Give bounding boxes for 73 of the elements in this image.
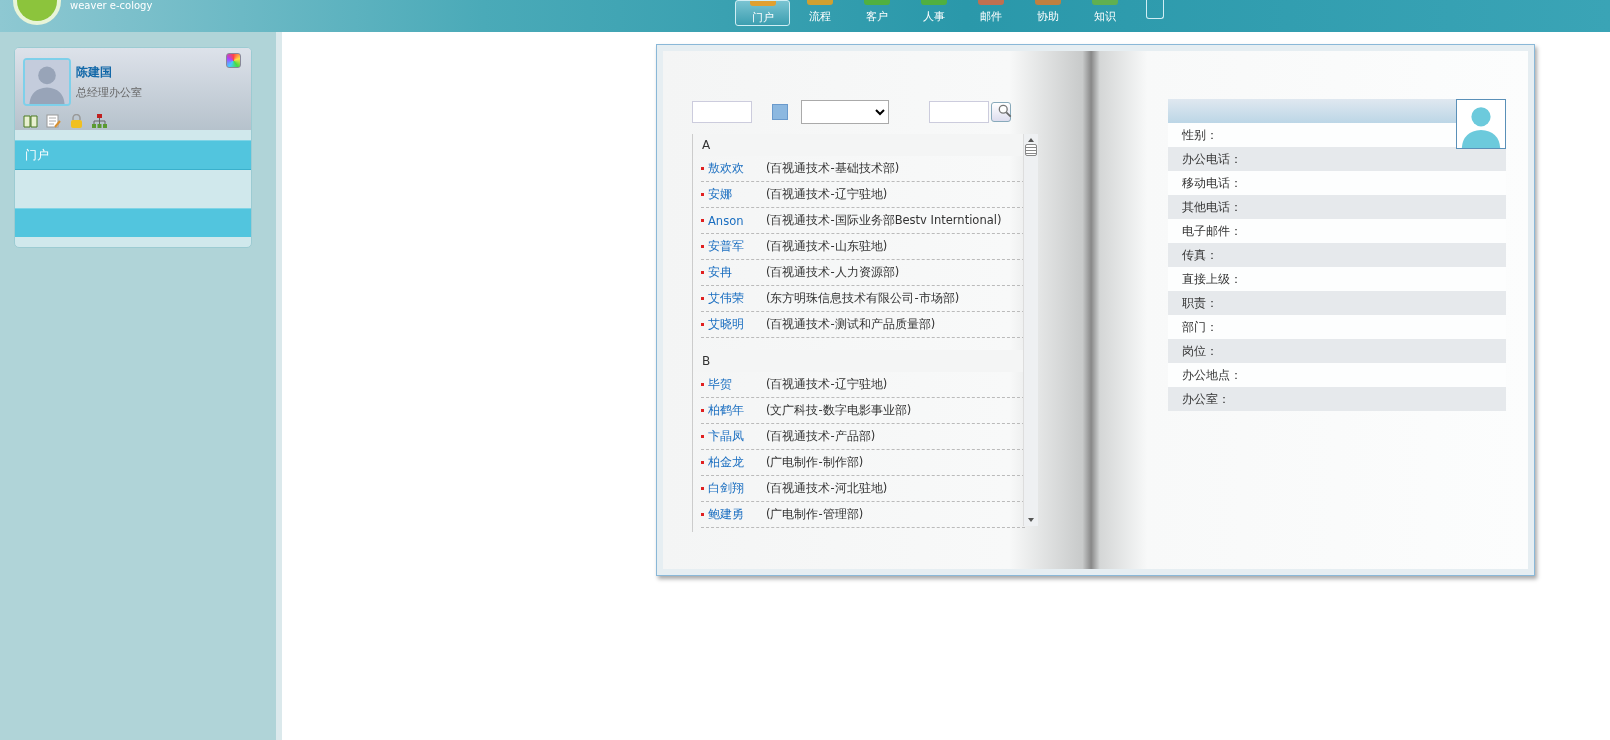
name-search-field[interactable]: [692, 101, 752, 123]
user-name: 陈建国: [76, 64, 112, 81]
person-name-link[interactable]: 柏金龙: [708, 455, 766, 470]
notepad-icon[interactable]: [46, 114, 61, 128]
more-button[interactable]: [1146, 0, 1164, 19]
department-text: (百视通技术-基础技术部): [766, 161, 900, 176]
field-label: 性别：: [1182, 128, 1218, 142]
bullet-icon: [701, 167, 704, 170]
person-name-link[interactable]: 白剑翔: [708, 481, 766, 496]
field-label: 部门：: [1182, 320, 1218, 334]
bullet-icon: [701, 513, 704, 516]
field-label: 其他电话：: [1182, 200, 1242, 214]
nav-tab[interactable]: 门户: [735, 0, 790, 26]
person-name-link[interactable]: 艾晓明: [708, 317, 766, 332]
department-text: (百视通技术-辽宁驻地): [766, 377, 888, 392]
person-name-link[interactable]: 安普军: [708, 239, 766, 254]
department-text: (百视通技术-测试和产品质量部): [766, 317, 936, 332]
user-department: 总经理办公室: [76, 85, 142, 100]
department-text: (百视通技术-国际业务部Bestv Interntional): [766, 213, 1002, 228]
nav-tab[interactable]: 客户: [849, 0, 904, 32]
department-text: (广电制作-管理部): [766, 507, 864, 522]
bullet-icon: [701, 193, 704, 196]
person-name-link[interactable]: 安娜: [708, 187, 766, 202]
field-label: 岗位：: [1182, 344, 1218, 358]
field-label: 电子邮件：: [1182, 224, 1242, 238]
field-label: 职责：: [1182, 296, 1218, 310]
book-icon[interactable]: [23, 114, 38, 128]
bullet-icon: [701, 487, 704, 490]
department-dropdown[interactable]: [801, 100, 889, 124]
bullet-icon: [701, 383, 704, 386]
field-label: 办公室：: [1182, 392, 1230, 406]
nav-tab[interactable]: 流程: [792, 0, 847, 32]
person-name-link[interactable]: 安冉: [708, 265, 766, 280]
person-name-link[interactable]: Anson: [708, 213, 766, 228]
person-name-link[interactable]: 艾伟荣: [708, 291, 766, 306]
nav-tab[interactable]: 邮件: [963, 0, 1018, 32]
color-palette-icon[interactable]: [226, 53, 241, 68]
field-label: 办公电话：: [1182, 152, 1242, 166]
department-text: (文广科技-数字电影事业部): [766, 403, 912, 418]
bullet-icon: [701, 435, 704, 438]
lock-icon[interactable]: [69, 114, 84, 128]
org-chart-icon[interactable]: [92, 114, 107, 128]
department-text: (百视通技术-产品部): [766, 429, 876, 444]
department-text: (东方明珠信息技术有限公司-市场部): [766, 291, 960, 306]
department-text: (广电制作-制作部): [766, 455, 864, 470]
field-label: 直接上级：: [1182, 272, 1242, 286]
person-name-link[interactable]: 鲍建勇: [708, 507, 766, 522]
field-label: 办公地点：: [1182, 368, 1242, 382]
department-text: (百视通技术-人力资源部): [766, 265, 900, 280]
bullet-icon: [701, 271, 704, 274]
keyword-search-field[interactable]: [929, 101, 989, 123]
avatar-icon: [23, 58, 71, 106]
bullet-icon: [701, 409, 704, 412]
department-text: (百视通技术-辽宁驻地): [766, 187, 888, 202]
bullet-icon: [701, 297, 704, 300]
search-button[interactable]: [991, 102, 1011, 122]
field-label: 传真：: [1182, 248, 1218, 262]
person-name-link[interactable]: 卞晶凤: [708, 429, 766, 444]
scrollbar[interactable]: [1023, 134, 1038, 526]
bullet-icon: [701, 219, 704, 222]
field-label: 移动电话：: [1182, 176, 1242, 190]
person-name-link[interactable]: 柏鹤年: [708, 403, 766, 418]
person-name-link[interactable]: 毕贺: [708, 377, 766, 392]
department-text: (百视通技术-河北驻地): [766, 481, 888, 496]
brand-text: weaver e-cology: [70, 0, 153, 11]
person-name-link[interactable]: 敖欢欢: [708, 161, 766, 176]
bullet-icon: [701, 245, 704, 248]
bullet-icon: [701, 323, 704, 326]
nav-tab[interactable]: 人事: [906, 0, 961, 32]
department-text: (百视通技术-山东驻地): [766, 239, 888, 254]
nav-tab[interactable]: 知识: [1077, 0, 1132, 32]
nav-tab[interactable]: 协助: [1020, 0, 1075, 32]
bullet-icon: [701, 461, 704, 464]
